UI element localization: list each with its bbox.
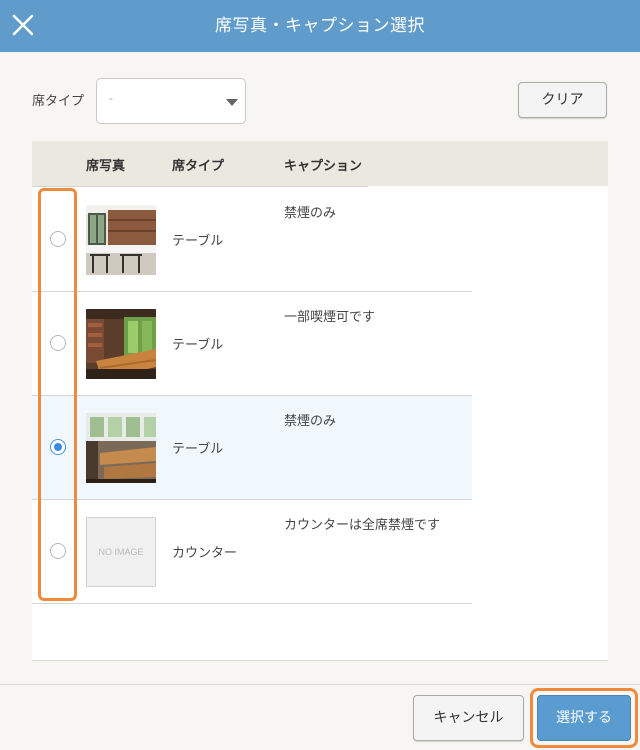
table-row[interactable]: テーブル 禁煙のみ <box>32 396 472 500</box>
dialog-header: 席写真・キャプション選択 <box>0 0 640 52</box>
no-image-placeholder: NO IMAGE <box>86 517 156 587</box>
table-row[interactable]: NO IMAGE カウンター カウンターは全席禁煙です <box>32 500 472 604</box>
seat-type-filter-label: 席タイプ <box>32 94 85 109</box>
column-header-type: 席タイプ <box>172 159 225 174</box>
seat-photo-table: 席写真 席タイプ キャプション テーブル 禁煙のみ テーブル 一部喫煙可です テ… <box>32 141 608 661</box>
chevron-down-icon <box>226 99 238 106</box>
seat-photo <box>86 413 156 483</box>
seat-type-cell: テーブル <box>172 442 224 457</box>
seat-type-cell: カウンター <box>172 546 238 561</box>
cancel-button[interactable]: キャンセル <box>413 695 524 741</box>
radio-column-highlight <box>38 188 77 601</box>
select-button-highlight: 選択する <box>530 688 638 748</box>
header-divider <box>32 186 368 187</box>
caption-cell: カウンターは全席禁煙です <box>284 518 441 533</box>
seat-photo <box>86 205 156 275</box>
clear-button[interactable]: クリア <box>518 82 607 118</box>
column-header-caption: キャプション <box>284 159 363 174</box>
seat-type-cell: テーブル <box>172 234 224 249</box>
select-button[interactable]: 選択する <box>537 695 631 741</box>
seat-type-select-value: - <box>109 92 113 105</box>
footer-divider <box>0 684 640 685</box>
seat-type-cell: テーブル <box>172 338 224 353</box>
caption-cell: 禁煙のみ <box>284 414 337 429</box>
caption-cell: 禁煙のみ <box>284 206 337 221</box>
table-header: 席写真 席タイプ キャプション <box>32 141 608 186</box>
dialog-title: 席写真・キャプション選択 <box>215 16 425 36</box>
table-row[interactable]: テーブル 禁煙のみ <box>32 188 472 292</box>
table-row[interactable]: テーブル 一部喫煙可です <box>32 292 472 396</box>
seat-photo <box>86 309 156 379</box>
column-header-photo: 席写真 <box>86 159 126 174</box>
caption-cell: 一部喫煙可です <box>284 310 376 325</box>
seat-type-select[interactable]: - <box>96 78 246 124</box>
